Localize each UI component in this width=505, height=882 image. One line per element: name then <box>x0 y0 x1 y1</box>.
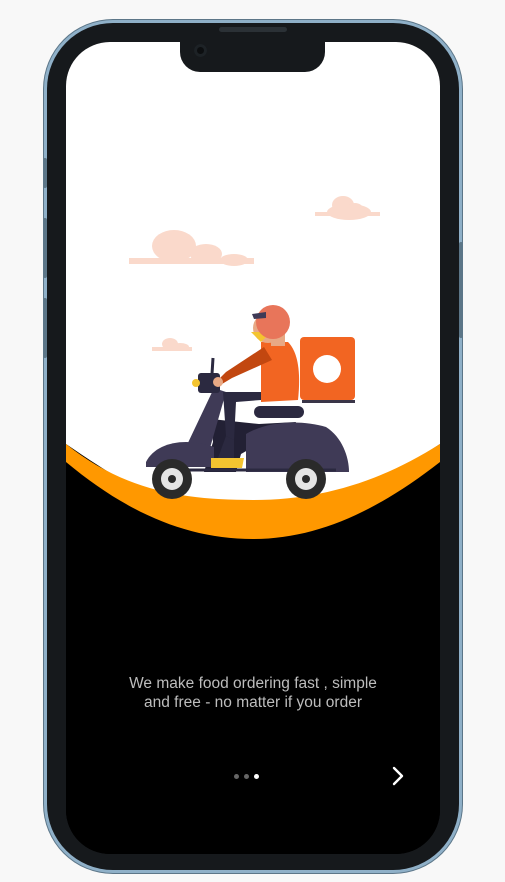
volume-down-button <box>43 298 47 358</box>
delivery-scooter-illustration <box>66 42 440 854</box>
delivery-box <box>300 337 355 403</box>
page-dot-1[interactable] <box>234 774 239 779</box>
app-screen: We make food ordering fast , simple and … <box>66 42 440 854</box>
front-camera <box>194 44 207 57</box>
page-dot-2[interactable] <box>244 774 249 779</box>
volume-up-button <box>43 218 47 278</box>
page-dot-3-active[interactable] <box>254 774 259 779</box>
page-indicator <box>234 774 259 782</box>
chevron-right-icon <box>392 766 404 786</box>
speaker-grille <box>219 27 287 32</box>
mute-switch <box>43 158 47 188</box>
onboarding-message: We make food ordering fast , simple and … <box>129 675 377 711</box>
next-button[interactable] <box>388 764 408 788</box>
power-button <box>459 242 463 338</box>
